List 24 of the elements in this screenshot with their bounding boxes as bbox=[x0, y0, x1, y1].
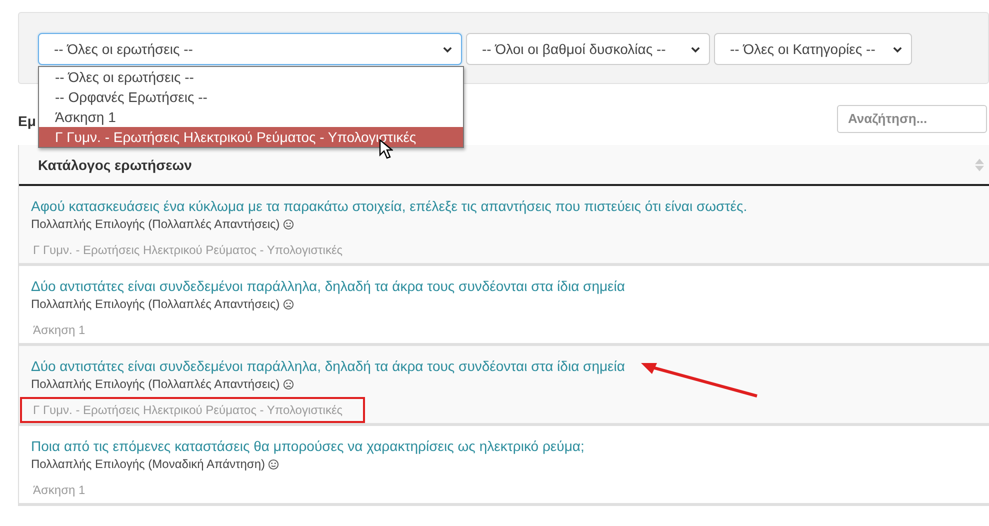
question-category: Άσκηση 1 bbox=[32, 322, 86, 339]
question-link[interactable]: Ποια από τις επόμενες καταστάσεις θα μπορούσες να χαρακτηρίσεις ως ηλεκτρικό ρεύμα; bbox=[31, 436, 989, 456]
dropdown-option[interactable]: -- Ορφανές Ερωτήσεις -- bbox=[39, 87, 463, 107]
question-type: Πολλαπλής Επιλογής (Μοναδική Απάντηση) bbox=[31, 456, 266, 472]
column-header[interactable]: Κατάλογος ερωτήσεων bbox=[38, 156, 192, 172]
question-type: Πολλαπλής Επιλογής (Πολλαπλές Απαντήσεις) bbox=[31, 376, 280, 392]
question-link[interactable]: Δύο αντιστάτες είναι συνδεδεμένοι παράλληλα, δηλαδή τα άκρα τους συνδέονται στα ίδια σημεία bbox=[31, 276, 989, 296]
sort-icon bbox=[975, 158, 984, 172]
question-link[interactable]: Αφού κατασκευάσεις ένα κύκλωμα με τα παρακάτω στοιχεία, επέλεξε τις απαντήσεις που πιστεύεις ότι είναι σωστές. bbox=[31, 196, 989, 216]
chevron-down-icon bbox=[442, 44, 453, 54]
question-type: Πολλαπλής Επιλογής (Πολλαπλές Απαντήσεις) bbox=[31, 296, 280, 312]
search-field[interactable]: Αναζήτηση... bbox=[837, 104, 987, 132]
question-link[interactable]: Δύο αντιστάτες είναι συνδεδεμένοι παράλληλα, δηλαδή τα άκρα τους συνδέονται στα ίδια σημεία bbox=[31, 356, 989, 376]
filter-select[interactable]: -- Όλοι οι βαθμοί δυσκολίας -- bbox=[466, 33, 710, 65]
question-category: Γ Γυμν. - Ερωτήσεις Ηλεκτρικού Ρεύματος - Υπολογιστικές bbox=[32, 242, 344, 259]
dropdown-option[interactable]: Άσκηση 1 bbox=[39, 107, 463, 127]
dropdown-option[interactable]: -- Όλες οι ερωτήσεις -- bbox=[39, 67, 463, 87]
filter-select[interactable]: -- Όλες οι Κατηγορίες -- bbox=[714, 33, 912, 65]
highlight-box: Γ Γυμν. - Ερωτήσεις Ηλεκτρικού Ρεύματος - Υπολογιστικές bbox=[20, 397, 365, 423]
question-category: Άσκηση 1 bbox=[32, 482, 86, 499]
section-heading: Εμ bbox=[18, 112, 36, 128]
chevron-down-icon bbox=[892, 44, 903, 54]
question-type: Πολλαπλής Επιλογής (Πολλαπλές Απαντήσεις) bbox=[31, 216, 280, 232]
chevron-down-icon bbox=[690, 44, 701, 54]
